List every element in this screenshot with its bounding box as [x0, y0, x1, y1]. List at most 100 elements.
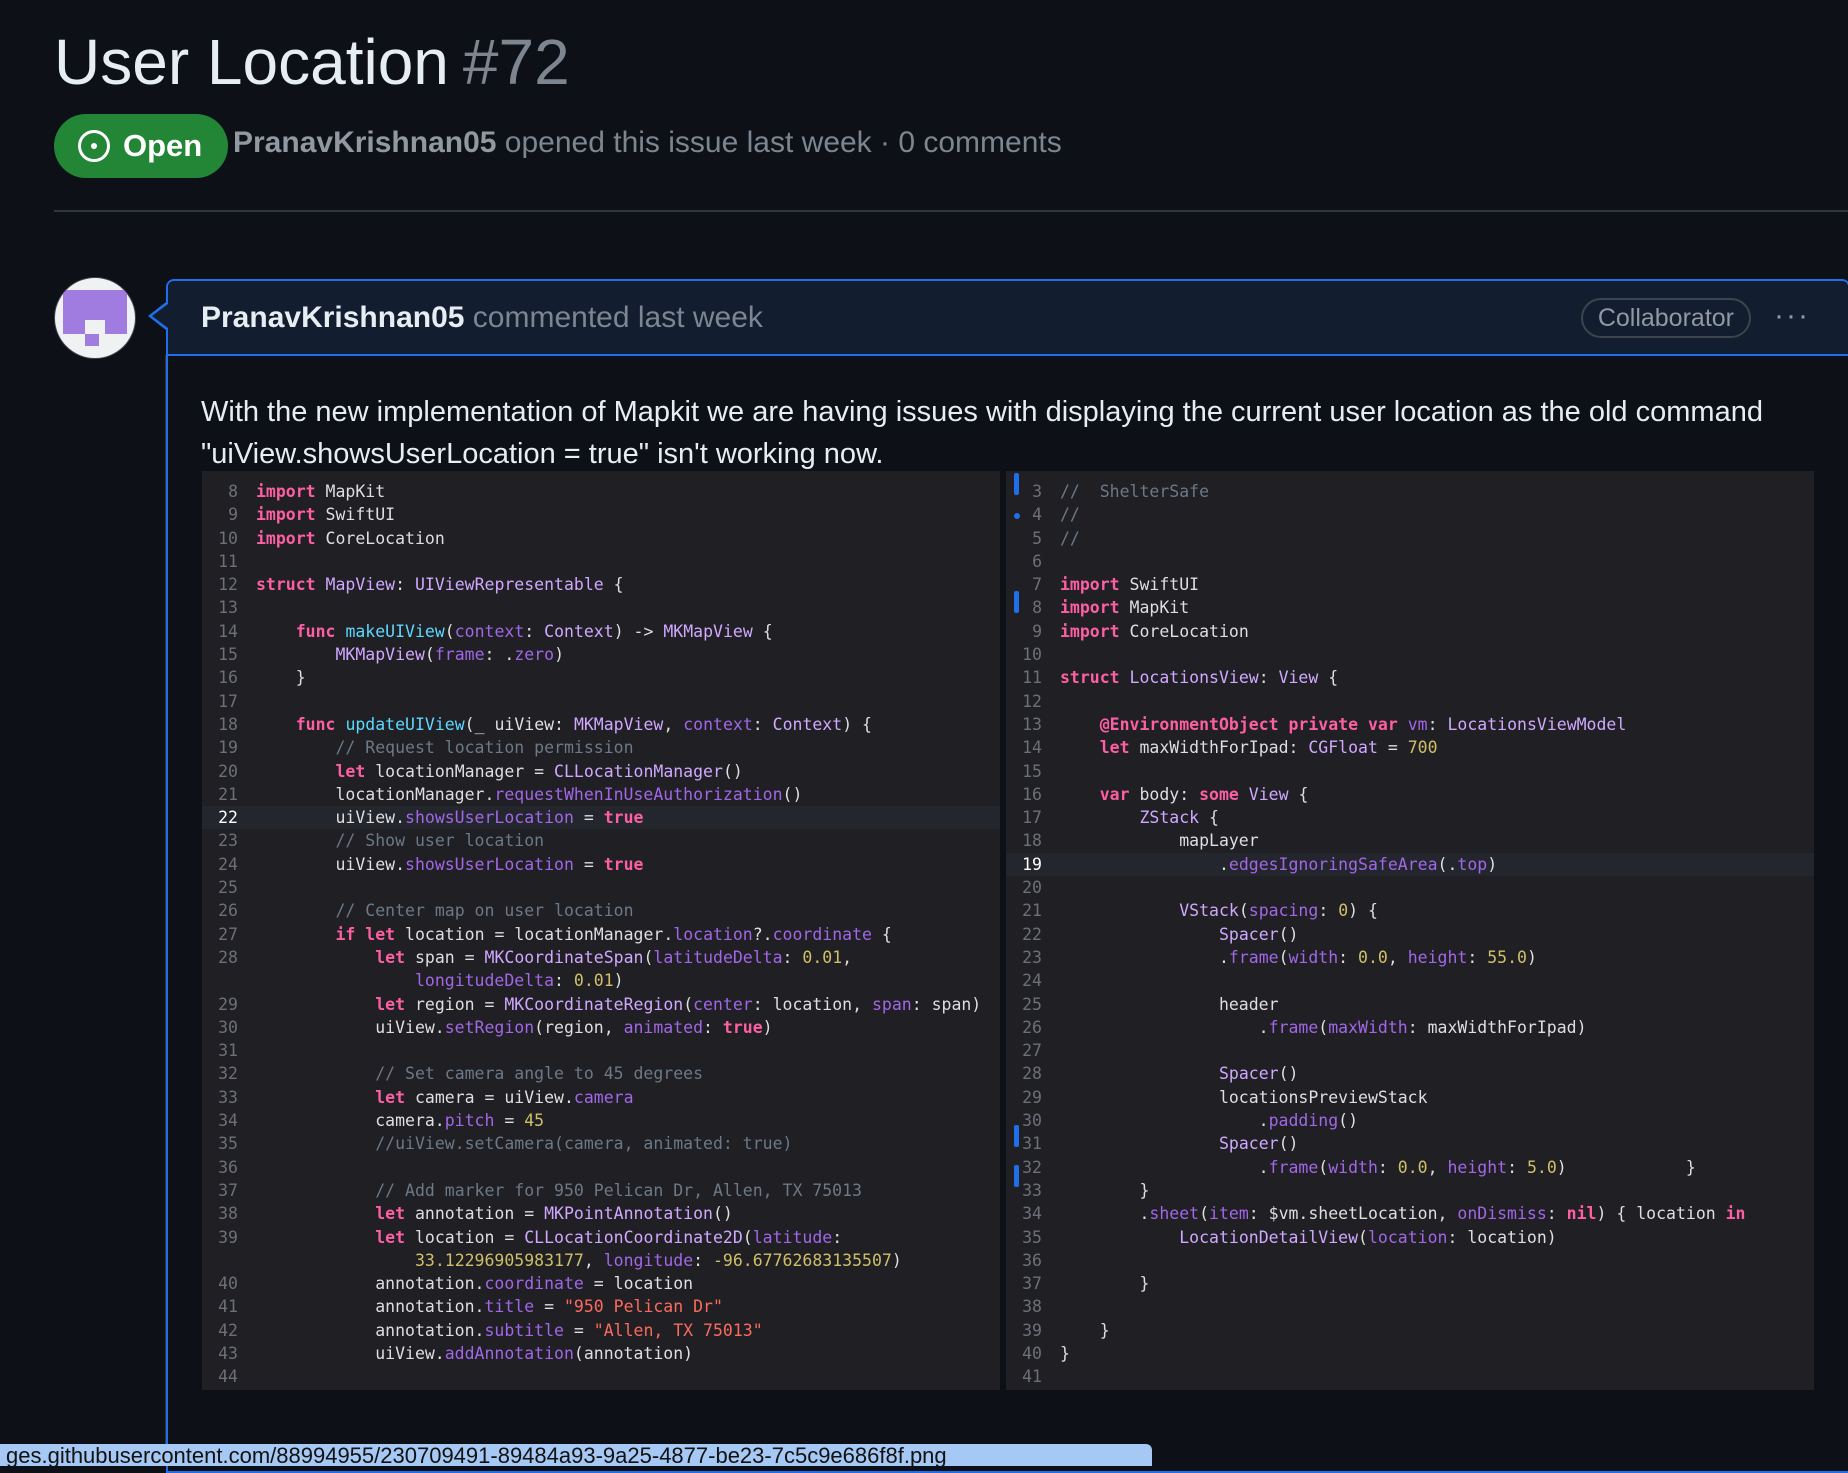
- code-line: 10: [1006, 643, 1814, 666]
- code-text: // Show user location: [335, 831, 545, 851]
- line-number: 21: [1022, 901, 1042, 921]
- issue-opened-icon: [78, 130, 110, 162]
- line-number: 35: [218, 1134, 238, 1154]
- code-line: 33 }: [1006, 1179, 1814, 1202]
- code-text: .frame(width: 0.0, height: 5.0) }: [1060, 1157, 1696, 1177]
- comment-box: PranavKrishnan05 commented last week Col…: [166, 279, 1848, 1473]
- line-number: 21: [218, 784, 238, 804]
- line-number: 12: [218, 575, 238, 595]
- code-line: 5 //: [1006, 527, 1814, 550]
- code-text: func makeUIView(context: Context) -> MKM…: [295, 621, 773, 641]
- header-divider: [54, 210, 1848, 212]
- code-text: annotation.title = "950 Pelican Dr": [256, 1297, 723, 1317]
- code-line: 24: [1006, 969, 1814, 992]
- line-number: 20: [218, 761, 238, 781]
- code-line: 21 locationManager.requestWhenInUseAutho…: [202, 783, 1000, 806]
- code-line: 31 Spacer(): [1006, 1132, 1814, 1155]
- code-line: 6: [1006, 550, 1814, 573]
- line-number: 9: [228, 505, 238, 525]
- line-number: 19: [1022, 854, 1042, 874]
- code-line: 39 let location = CLLocationCoordinate2D…: [202, 1226, 1000, 1249]
- code-line: 17 ZStack {: [1006, 806, 1814, 829]
- line-number: 14: [218, 621, 238, 641]
- issue-author-link[interactable]: PranavKrishnan05: [233, 126, 496, 159]
- code-line: 22 uiView.showsUserLocation = true: [202, 806, 1000, 830]
- line-number: 15: [1022, 761, 1042, 781]
- line-number: 26: [218, 901, 238, 921]
- code-line: 29 locationsPreviewStack: [1006, 1086, 1814, 1109]
- code-text: }: [1060, 1274, 1150, 1294]
- code-text: annotation.coordinate = location: [256, 1274, 694, 1294]
- avatar-pixel: [105, 320, 127, 334]
- line-number: 28: [1022, 1064, 1042, 1084]
- code-line: 39 }: [1006, 1319, 1814, 1342]
- code-line: 24 uiView.showsUserLocation = true: [202, 853, 1000, 876]
- code-line: 3 // ShelterSafe: [1006, 480, 1814, 503]
- code-line: 10 import CoreLocation: [202, 527, 1000, 550]
- comment-author-link[interactable]: PranavKrishnan05: [201, 301, 464, 334]
- line-number: 10: [218, 528, 238, 548]
- code-line: 9 import SwiftUI: [202, 503, 1000, 526]
- avatar-pixel: [63, 290, 127, 320]
- code-line: 23 // Show user location: [202, 829, 1000, 852]
- issue-state-label: Open: [123, 128, 203, 163]
- issue-number: #72: [462, 26, 570, 98]
- code-text: .sheet(item: $vm.sheetLocation, onDismis…: [1060, 1204, 1746, 1224]
- code-line: 15: [1006, 760, 1814, 783]
- code-line: 12: [1006, 690, 1814, 713]
- line-number: 38: [1022, 1297, 1042, 1317]
- code-text: let location = CLLocationCoordinate2D(la…: [375, 1227, 843, 1247]
- line-number: 22: [1022, 924, 1042, 944]
- line-number: 34: [1022, 1204, 1042, 1224]
- issue-title: User Location #72: [54, 24, 570, 100]
- code-line: 14 let maxWidthForIpad: CGFloat = 700: [1006, 736, 1814, 759]
- code-line: 9 import CoreLocation: [1006, 620, 1814, 643]
- code-line: 35 LocationDetailView(location: location…: [1006, 1226, 1814, 1249]
- code-line: 25: [202, 876, 1000, 899]
- line-number: 37: [1022, 1274, 1042, 1294]
- line-number: 33: [218, 1087, 238, 1107]
- code-text: uiView.setRegion(region, animated: true): [256, 1017, 773, 1037]
- code-text: Spacer(): [1218, 1134, 1299, 1154]
- code-screenshot[interactable]: 8 import MapKit 9 import SwiftUI 10 import Co…: [202, 471, 1814, 1390]
- code-line: 19 // Request location permission: [202, 736, 1000, 759]
- code-text: func updateUIView(_ uiView: MKMapView, c…: [295, 714, 872, 734]
- code-text: annotation.subtitle = "Allen, TX 75013": [256, 1320, 763, 1340]
- code-text: let maxWidthForIpad: CGFloat = 700: [1099, 738, 1438, 758]
- code-text: if let location = locationManager.locati…: [335, 924, 892, 944]
- comment-time[interactable]: commented last week: [473, 301, 763, 334]
- comment-body: With the new implementation of Mapkit we…: [201, 396, 1763, 470]
- line-number: 10: [1022, 645, 1042, 665]
- code-line: 16 }: [202, 666, 1000, 689]
- line-number: 41: [1022, 1367, 1042, 1387]
- kebab-menu-icon[interactable]: ···: [1774, 299, 1810, 333]
- code-line: 30 uiView.setRegion(region, animated: tr…: [202, 1016, 1000, 1039]
- code-line: 37 }: [1006, 1272, 1814, 1295]
- code-text: uiView.addAnnotation(annotation): [256, 1343, 694, 1363]
- line-number: 36: [1022, 1250, 1042, 1270]
- code-text: var body: some View {: [1099, 784, 1309, 804]
- code-text: locationsPreviewStack: [1060, 1087, 1428, 1107]
- line-number: 14: [1022, 738, 1042, 758]
- code-text: //: [1060, 505, 1080, 525]
- code-text: .edgesIgnoringSafeArea(.top): [1060, 854, 1498, 874]
- code-text: // Add marker for 950 Pelican Dr, Allen,…: [375, 1180, 862, 1200]
- code-line: 34 camera.pitch = 45: [202, 1109, 1000, 1132]
- code-line: 14 func makeUIView(context: Context) -> …: [202, 620, 1000, 643]
- code-text: }: [1060, 1180, 1150, 1200]
- line-number: 25: [1022, 994, 1042, 1014]
- code-text: .frame(maxWidth: maxWidthForIpad): [1060, 1017, 1587, 1037]
- code-line: 26 .frame(maxWidth: maxWidthForIpad): [1006, 1016, 1814, 1039]
- code-line: 17: [202, 690, 1000, 713]
- code-line: 16 var body: some View {: [1006, 783, 1814, 806]
- line-number: 31: [218, 1041, 238, 1061]
- code-right: 3 // ShelterSafe 4 // 5 // 6 7 import SwiftUI 8 im…: [1006, 480, 1814, 1389]
- line-number: 6: [1032, 551, 1042, 571]
- comment-meta: PranavKrishnan05 commented last week: [201, 301, 763, 335]
- code-text: .frame(width: 0.0, height: 55.0): [1060, 947, 1537, 967]
- line-number: 30: [1022, 1111, 1042, 1131]
- line-number: 27: [218, 924, 238, 944]
- avatar[interactable]: [54, 277, 136, 359]
- line-number: 42: [218, 1320, 238, 1340]
- code-line: 18 mapLayer: [1006, 829, 1814, 852]
